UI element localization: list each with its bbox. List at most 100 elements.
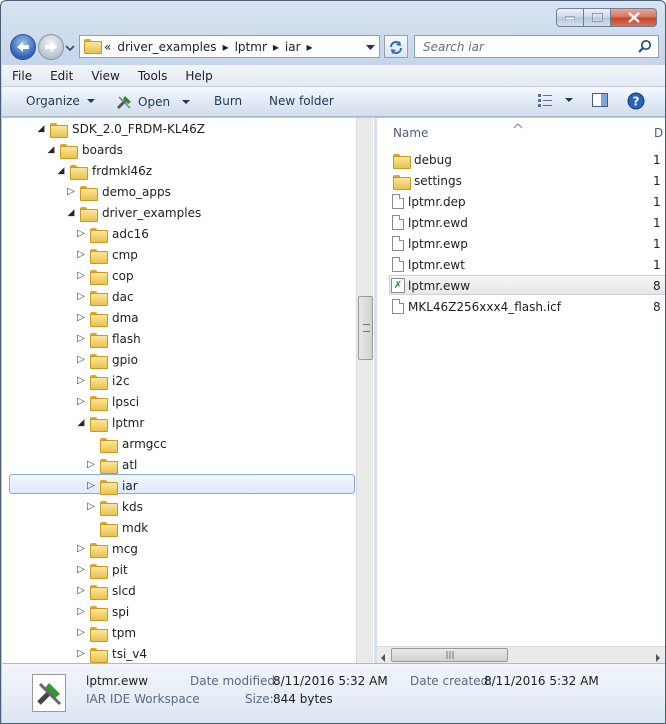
close-button[interactable] [611, 8, 657, 27]
tree-item[interactable]: ▷ slcd [74, 580, 136, 601]
hscrollbar-thumb[interactable] [391, 648, 508, 662]
collapsed-arrow-icon[interactable]: ▷ [74, 249, 88, 261]
tree-item[interactable]: ◢ frdmkl46z [54, 160, 152, 181]
file-row[interactable]: lptmr.ewd 1 [387, 212, 665, 233]
search-icon[interactable] [638, 39, 652, 56]
scrollbar-thumb[interactable] [358, 296, 373, 360]
folder-icon [100, 500, 118, 516]
navigation-pane[interactable]: ◢ SDK_2.0_FRDM-KL46Z ◢ boards ◢ frdmkl46z ▷ dem… [2, 118, 374, 663]
change-view-button[interactable] [537, 93, 573, 107]
file-icon [392, 236, 404, 251]
file-row[interactable]: lptmr.dep 1 [387, 191, 665, 212]
expanded-arrow-icon[interactable]: ◢ [44, 144, 58, 156]
breadcrumb-separator-icon[interactable]: ▸ [273, 40, 279, 54]
breadcrumb-separator-icon[interactable]: ▸ [307, 40, 313, 54]
tree-item[interactable]: ▷ iar [84, 475, 138, 496]
collapsed-arrow-icon[interactable]: ▷ [74, 543, 88, 555]
collapsed-arrow-icon[interactable]: ▷ [74, 396, 88, 408]
forward-button[interactable] [38, 34, 64, 60]
tree-item[interactable]: ▷ pit [74, 559, 128, 580]
burn-button[interactable]: Burn [214, 94, 242, 108]
tree-item[interactable]: ▷ demo_apps [64, 181, 171, 202]
tree-item[interactable]: ▷ tpm [74, 622, 136, 643]
file-row[interactable]: settings 1 [387, 170, 665, 191]
recent-pages-dropdown[interactable] [65, 41, 75, 53]
file-row[interactable]: lptmr.ewt 1 [387, 254, 665, 275]
tree-item[interactable]: ◢ boards [44, 139, 123, 160]
tree-item[interactable]: ▷ cmp [74, 244, 138, 265]
menu-file[interactable]: File [2, 69, 40, 83]
file-row[interactable]: ✗ lptmr.eww 8 [387, 275, 665, 296]
tree-item[interactable]: ▷ adc16 [74, 223, 149, 244]
expanded-arrow-icon[interactable]: ◢ [74, 417, 88, 429]
collapsed-arrow-icon[interactable]: ▷ [74, 270, 88, 282]
tree-item[interactable]: armgcc [84, 433, 167, 454]
menu-tools[interactable]: Tools [128, 69, 176, 83]
collapsed-arrow-icon[interactable]: ▷ [74, 564, 88, 576]
menu-view[interactable]: View [81, 69, 127, 83]
collapsed-arrow-icon[interactable]: ▷ [74, 648, 88, 660]
tree-item[interactable]: ▷ flash [74, 328, 141, 349]
column-header-date[interactable]: D [654, 122, 663, 144]
collapsed-arrow-icon[interactable]: ▷ [64, 186, 78, 198]
breadcrumb-driver-examples[interactable]: driver_examples [117, 40, 216, 54]
tree-item[interactable]: ▷ cop [74, 265, 134, 286]
help-button[interactable]: ? [627, 92, 645, 110]
tree-item[interactable]: ▷ tsi_v4 [74, 643, 147, 663]
collapsed-arrow-icon[interactable]: ▷ [84, 501, 98, 513]
collapsed-arrow-icon[interactable]: ▷ [74, 312, 88, 324]
tree-item[interactable]: ▷ i2c [74, 370, 130, 391]
menu-help[interactable]: Help [175, 69, 220, 83]
tree-item[interactable]: ▷ gpio [74, 349, 138, 370]
new-folder-button[interactable]: New folder [269, 94, 334, 108]
collapsed-arrow-icon[interactable]: ▷ [74, 606, 88, 618]
open-button[interactable]: Open [116, 94, 191, 110]
collapsed-arrow-icon[interactable]: ▷ [74, 627, 88, 639]
tree-item[interactable]: mdk [84, 517, 148, 538]
file-row[interactable]: debug 1 [387, 149, 665, 170]
collapsed-arrow-icon[interactable]: ▷ [74, 375, 88, 387]
expanded-arrow-icon[interactable]: ◢ [34, 123, 48, 135]
navigation-scrollbar[interactable] [356, 118, 373, 663]
back-button[interactable] [10, 34, 36, 60]
file-list-pane[interactable]: Name D debug 1 settings 1 lptmr.dep 1 lptmr.ew… [377, 118, 665, 663]
collapsed-arrow-icon[interactable]: ▷ [74, 354, 88, 366]
tree-item[interactable]: ◢ driver_examples [64, 202, 201, 223]
expanded-arrow-icon[interactable]: ◢ [64, 207, 78, 219]
search-input[interactable]: Search iar [423, 40, 484, 54]
column-header-name[interactable]: Name [393, 122, 428, 144]
address-overflow[interactable]: « [104, 40, 111, 54]
refresh-button[interactable] [384, 35, 408, 58]
collapsed-arrow-icon[interactable]: ▷ [74, 291, 88, 303]
search-box[interactable]: Search iar [414, 35, 659, 58]
breadcrumb-lptmr[interactable]: lptmr [235, 40, 267, 54]
tree-item[interactable]: ▷ lpsci [74, 391, 139, 412]
collapsed-arrow-icon[interactable]: ▷ [74, 333, 88, 345]
tree-item[interactable]: ▷ atl [84, 454, 137, 475]
maximize-button[interactable] [584, 8, 611, 27]
tree-item[interactable]: ▷ mcg [74, 538, 138, 559]
collapsed-arrow-icon[interactable]: ▷ [84, 480, 98, 492]
address-bar[interactable]: « driver_examples ▸ lptmr ▸ iar ▸ [79, 35, 380, 58]
tree-item[interactable]: ◢ SDK_2.0_FRDM-KL46Z [34, 118, 205, 139]
breadcrumb-iar[interactable]: iar [285, 40, 301, 54]
tree-item[interactable]: ▷ spi [74, 601, 129, 622]
collapsed-arrow-icon[interactable]: ▷ [84, 459, 98, 471]
address-dropdown-icon[interactable] [366, 41, 375, 55]
file-row[interactable]: MKL46Z256xxx4_flash.icf 8 [387, 296, 665, 317]
menu-edit[interactable]: Edit [40, 69, 81, 83]
tree-item[interactable]: ▷ dma [74, 307, 139, 328]
minimize-button[interactable] [556, 8, 584, 27]
tree-item[interactable]: ▷ dac [74, 286, 134, 307]
tree-item[interactable]: ▷ kds [84, 496, 143, 517]
organize-button[interactable]: Organize [26, 94, 95, 108]
collapsed-arrow-icon[interactable]: ▷ [74, 585, 88, 597]
preview-pane-button[interactable] [592, 93, 608, 107]
tree-item[interactable]: ◢ lptmr [74, 412, 144, 433]
collapsed-arrow-icon[interactable]: ▷ [74, 228, 88, 240]
expanded-arrow-icon[interactable]: ◢ [54, 165, 68, 177]
file-row[interactable]: lptmr.ewp 1 [387, 233, 665, 254]
file-list-hscrollbar[interactable] [377, 646, 665, 663]
breadcrumb-separator-icon[interactable]: ▸ [223, 40, 229, 54]
folder-icon [90, 584, 108, 600]
